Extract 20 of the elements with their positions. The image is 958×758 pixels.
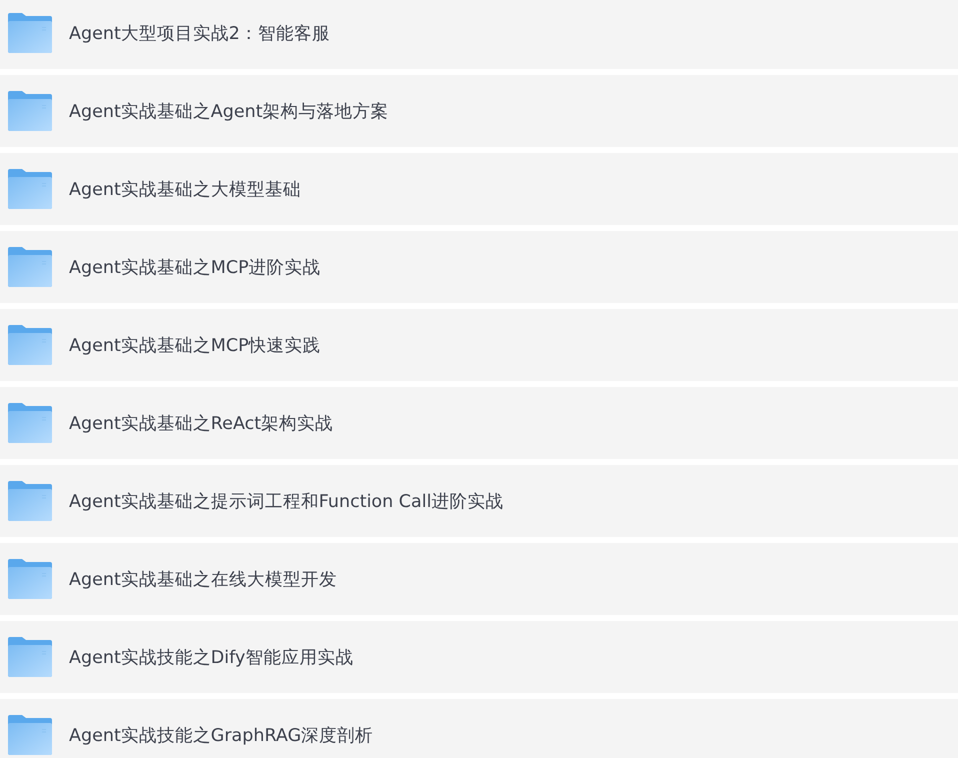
- folder-row[interactable]: Agent实战基础之ReAct架构实战: [0, 387, 958, 459]
- folder-icon: [8, 403, 52, 443]
- folder-row[interactable]: Agent实战基础之MCP进阶实战: [0, 231, 958, 303]
- folder-icon: [8, 481, 52, 521]
- folder-icon: [8, 559, 52, 599]
- folder-icon: [8, 715, 52, 755]
- folder-row[interactable]: Agent大型项目实战2：智能客服: [0, 0, 958, 69]
- folder-icon: [8, 13, 52, 53]
- folder-row[interactable]: Agent实战基础之Agent架构与落地方案: [0, 75, 958, 147]
- folder-icon: [8, 325, 52, 365]
- folder-row[interactable]: Agent实战技能之Dify智能应用实战: [0, 621, 958, 693]
- folder-icon: [8, 169, 52, 209]
- folder-icon: [8, 247, 52, 287]
- folder-row[interactable]: Agent实战基础之提示词工程和Function Call进阶实战: [0, 465, 958, 537]
- folder-row[interactable]: Agent实战基础之大模型基础: [0, 153, 958, 225]
- folder-row[interactable]: Agent实战基础之在线大模型开发: [0, 543, 958, 615]
- folder-icon: [8, 637, 52, 677]
- folder-icon: [8, 91, 52, 131]
- folder-row[interactable]: Agent实战技能之GraphRAG深度剖析: [0, 699, 958, 758]
- folder-row[interactable]: Agent实战基础之MCP快速实践: [0, 309, 958, 381]
